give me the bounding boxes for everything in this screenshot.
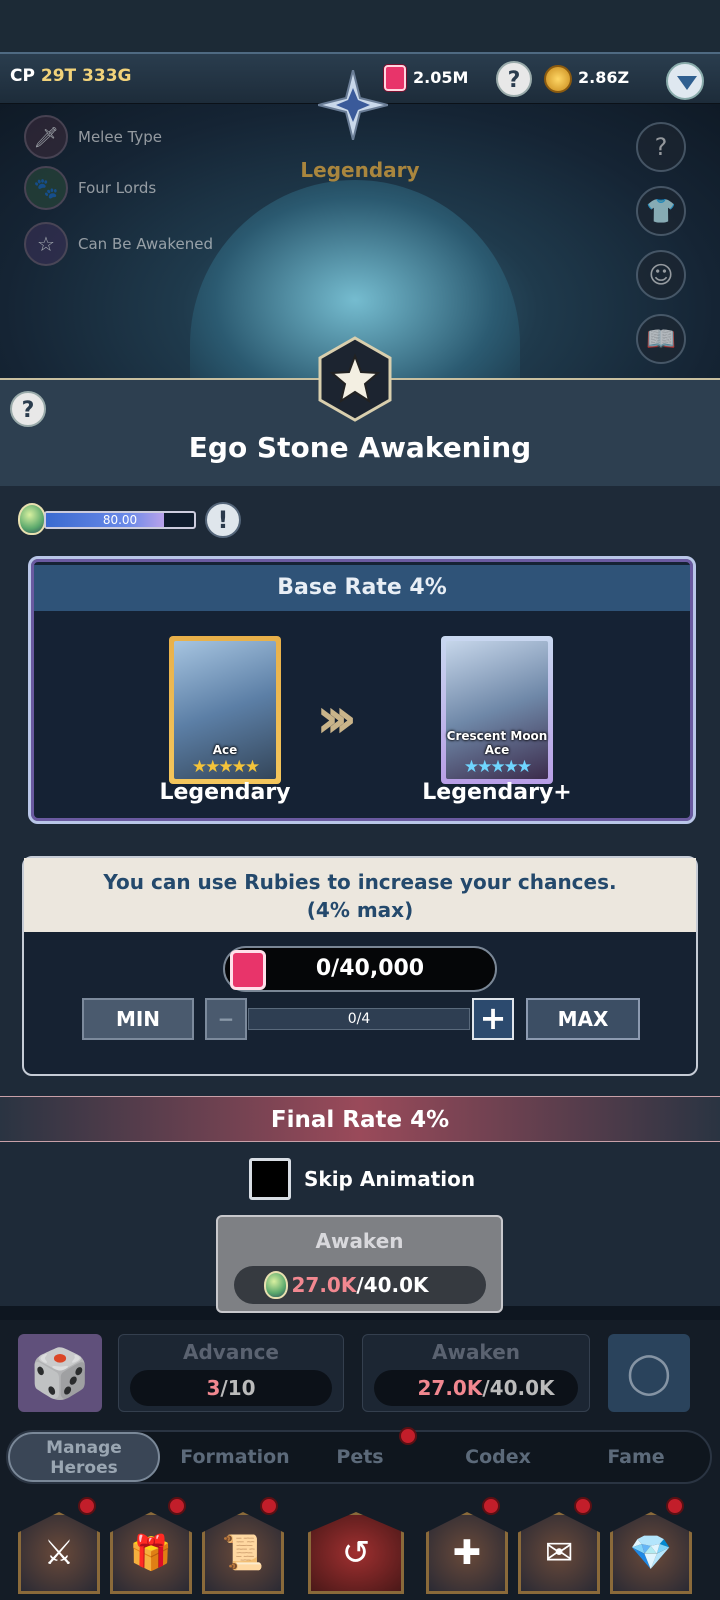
beast-icon: 🐾 xyxy=(24,166,68,210)
base-rate-label: Base Rate 4% xyxy=(34,565,690,611)
tab-codex[interactable]: Codex xyxy=(430,1432,566,1482)
help-button[interactable]: ? xyxy=(496,61,532,97)
ego-stone-icon xyxy=(18,503,46,535)
awaken-owned: 27.0K xyxy=(417,1376,483,1400)
star-icon: ☆ xyxy=(24,222,68,266)
hero-card-name: Crescent Moon Ace xyxy=(446,729,548,757)
tab-manage-heroes[interactable]: Manage Heroes xyxy=(8,1432,160,1482)
energy-value: 80.00 xyxy=(102,513,138,527)
ego-stone-icon xyxy=(264,1271,288,1299)
info-alert-button[interactable]: ! xyxy=(205,502,241,538)
tab-formation[interactable]: Formation xyxy=(160,1432,310,1482)
advance-cost: 3/10 xyxy=(130,1370,332,1406)
advance-label: Advance xyxy=(183,1340,279,1364)
cost-owned: 27.0K xyxy=(291,1273,357,1297)
decrement-button[interactable]: − xyxy=(205,998,247,1040)
notification-dot xyxy=(168,1497,186,1515)
modal-help-button[interactable]: ? xyxy=(10,391,46,427)
trait-melee: 🗡 Melee Type xyxy=(24,115,163,159)
trait-four-lords: 🐾 Four Lords xyxy=(24,166,157,210)
awaken-panel-label: Awaken xyxy=(431,1340,521,1364)
skip-animation-label[interactable]: Skip Animation xyxy=(304,1167,475,1191)
book-icon[interactable]: 📖 xyxy=(636,314,686,364)
costume-icon[interactable]: 👕 xyxy=(636,186,686,236)
gold-coin-icon xyxy=(544,65,572,93)
awaken-button-label: Awaken xyxy=(315,1229,404,1253)
trait-label: Melee Type xyxy=(78,128,163,146)
awakening-star-icon xyxy=(318,336,392,422)
ring-icon[interactable]: ◯ xyxy=(608,1334,690,1412)
ruby-icon xyxy=(230,950,266,990)
min-button[interactable]: MIN xyxy=(82,998,194,1040)
awaken-required: /40.0K xyxy=(482,1376,555,1400)
max-button[interactable]: MAX xyxy=(526,998,640,1040)
hero-portrait: Ace ★★★★★ xyxy=(174,641,276,779)
hero-card-current[interactable]: Ace ★★★★★ xyxy=(169,636,281,784)
trait-awakenable: ☆ Can Be Awakened xyxy=(24,222,213,266)
cp-value: 29T 333G xyxy=(40,66,132,86)
cost-required: /40.0K xyxy=(356,1273,429,1297)
tab-label: Heroes xyxy=(50,1458,118,1478)
trait-label: Four Lords xyxy=(78,179,157,197)
ruby-note-max: (4% max) xyxy=(306,898,414,922)
cp-label: CP xyxy=(10,66,35,86)
hero-card-awakened[interactable]: Crescent Moon Ace ★★★★★ xyxy=(441,636,553,784)
notification-dot xyxy=(574,1497,592,1515)
gold-balance: 2.86Z xyxy=(578,68,630,87)
dice-icon[interactable]: 🎲 xyxy=(18,1334,102,1412)
notification-dot xyxy=(666,1497,684,1515)
increment-button[interactable]: + xyxy=(472,998,514,1040)
hero-card-name: Ace xyxy=(212,743,238,757)
ruby-balance: 2.05M xyxy=(413,68,469,87)
menu-dropdown-button[interactable] xyxy=(666,62,704,100)
hero-card-stars: ★★★★★ xyxy=(191,757,260,777)
advance-required: /10 xyxy=(220,1376,256,1400)
notification-dot xyxy=(260,1497,278,1515)
tab-fame[interactable]: Fame xyxy=(566,1432,706,1482)
current-rarity-label: Legendary xyxy=(159,780,291,805)
notification-dot xyxy=(78,1497,96,1515)
modal-title: Ego Stone Awakening xyxy=(188,431,532,464)
rarity-emblem-icon xyxy=(318,70,388,140)
hero-portrait: Crescent Moon Ace ★★★★★ xyxy=(446,641,548,779)
skip-animation-checkbox[interactable] xyxy=(249,1158,291,1200)
sword-icon: 🗡 xyxy=(24,115,68,159)
tab-label: Manage xyxy=(46,1438,122,1458)
help-icon[interactable]: ? xyxy=(636,122,686,172)
profile-icon[interactable]: ☺ xyxy=(636,250,686,300)
trait-label: Can Be Awakened xyxy=(78,235,213,253)
hero-card-stars: ★★★★★ xyxy=(463,757,532,777)
combat-power: CP 29T 333G xyxy=(10,66,131,86)
ruby-note-line: You can use Rubies to increase your chan… xyxy=(103,870,617,894)
ruby-slider[interactable]: 0/4 xyxy=(248,1008,470,1030)
hero-rarity-label: Legendary xyxy=(300,158,420,182)
awakened-rarity-label: Legendary+ xyxy=(422,780,572,805)
final-rate-label: Final Rate 4% xyxy=(0,1096,720,1142)
upgrade-arrows-icon: ››› xyxy=(316,686,357,751)
awaken-panel-cost: 27.0K/40.0K xyxy=(374,1370,578,1406)
notification-dot xyxy=(482,1497,500,1515)
ruby-note: You can use Rubies to increase your chan… xyxy=(24,858,696,932)
advance-owned: 3 xyxy=(206,1376,221,1400)
notification-dot xyxy=(399,1427,417,1445)
status-strip xyxy=(0,0,720,52)
